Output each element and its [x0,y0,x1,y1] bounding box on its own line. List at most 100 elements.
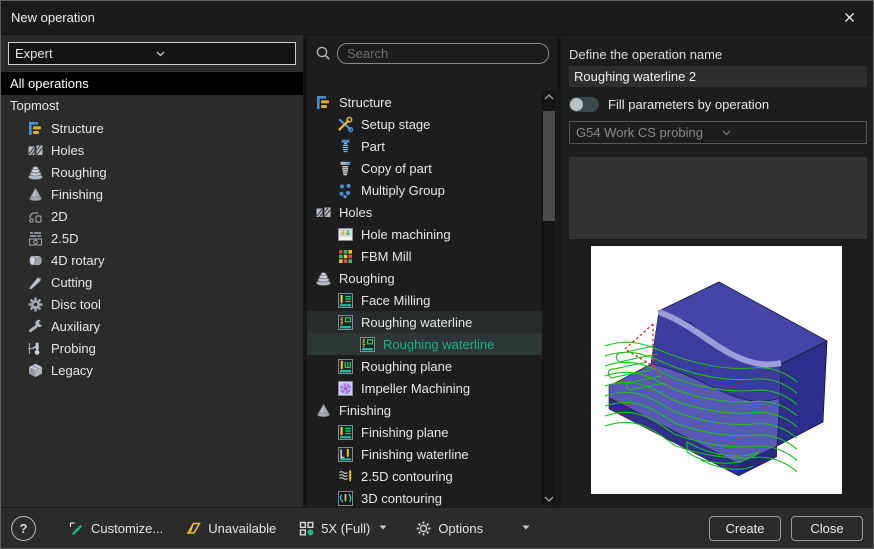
chevron-down-icon [718,124,860,141]
caret-down-icon [519,520,536,537]
fill-parameters-row: Fill parameters by operation [569,97,867,112]
roughing-icon [27,164,44,181]
category-item-2d[interactable]: 2D [1,205,303,227]
operation-item-finishing-plane[interactable]: Finishing plane [307,421,542,443]
footer-actions: Create Close [709,516,863,541]
scroll-thumb[interactable] [543,111,555,221]
category-item-2-5d[interactable]: 2.5D [1,227,303,249]
operation-item-label: Setup stage [361,117,430,132]
operation-name-input[interactable] [569,66,867,87]
operation-item-hole-machining[interactable]: Hole machining [307,223,542,245]
operation-template-dropdown[interactable]: G54 Work CS probing [569,121,867,144]
footer-bar: ? Customize... Unavailable 5X (Full) [1,507,873,548]
category-item-probing[interactable]: Probing [1,337,303,359]
operation-template-value: G54 Work CS probing [576,125,718,140]
contouring-25d-icon [337,468,354,485]
operation-item-roughing[interactable]: Roughing [307,267,542,289]
legacy-icon [27,362,44,379]
create-button[interactable]: Create [709,516,781,541]
operation-item-impeller-machining[interactable]: Impeller Machining [307,377,542,399]
category-item-finishing[interactable]: Finishing [1,183,303,205]
operation-item-roughing-plane[interactable]: Roughing plane [307,355,542,377]
probing-icon [27,340,44,357]
topmost-item[interactable]: Topmost [1,95,303,117]
more-options-dropdown[interactable] [519,520,536,537]
category-item-holes[interactable]: Holes [1,139,303,161]
details-panel: Define the operation name Fill parameter… [561,35,873,507]
operation-item-label: Hole machining [361,227,451,242]
mode-dropdown-value: Expert [15,46,152,61]
chevron-down-icon [152,45,289,62]
operation-item-setup-stage[interactable]: Setup stage [307,113,542,135]
operation-item-label: Multiply Group [361,183,445,198]
category-item-structure[interactable]: Structure [1,117,303,139]
category-item-label: Disc tool [51,297,101,312]
operation-item-label: 3D contouring [361,491,442,506]
unavailable-button[interactable]: Unavailable [185,520,276,537]
unavailable-icon [185,520,202,537]
operation-item-finishing-waterline[interactable]: Finishing waterline [307,443,542,465]
dialog-content: Expert All operations Topmost Structure H… [1,35,873,507]
options-button[interactable]: Options [415,520,483,537]
operation-item-label: Roughing waterline [383,337,494,352]
operation-item-label: Holes [339,205,372,220]
cutting-icon [27,274,44,291]
category-item-disc-tool[interactable]: Disc tool [1,293,303,315]
caret-down-icon [376,520,393,537]
category-item-roughing[interactable]: Roughing [1,161,303,183]
close-button[interactable]: Close [791,516,863,541]
roughing-icon [315,270,332,287]
op-25d-icon [27,230,44,247]
operation-item-roughing-waterline[interactable]: Roughing waterline [307,311,542,333]
help-button[interactable]: ? [11,516,36,541]
scroll-track[interactable] [542,103,556,493]
operation-item-part[interactable]: Part [307,135,542,157]
op-2d-icon [27,208,44,225]
roughing-waterline-icon [359,336,376,353]
operation-item-multiply-group[interactable]: Multiply Group [307,179,542,201]
title-bar: New operation [1,1,873,35]
operation-item-3d-contouring[interactable]: 3D contouring [307,487,542,507]
gear-icon [415,520,432,537]
operation-item-fbm-mill[interactable]: FBM Mill [307,245,542,267]
machine-mode-dropdown[interactable]: 5X (Full) [298,520,393,537]
fill-parameters-toggle[interactable] [569,97,599,112]
multiply-group-icon [337,182,354,199]
category-item-legacy[interactable]: Legacy [1,359,303,381]
operation-item-label: Roughing plane [361,359,452,374]
category-item-4d-rotary[interactable]: 4D rotary [1,249,303,271]
operation-item-finishing[interactable]: Finishing [307,399,542,421]
category-item-label: 4D rotary [51,253,104,268]
operations-panel: Structure Setup stage PartCopy of part Mult… [307,35,557,507]
customize-button[interactable]: Customize... [68,520,163,537]
scrollbar[interactable] [542,91,556,505]
scroll-up-icon[interactable] [542,91,556,103]
auxiliary-icon [27,318,44,335]
operation-item-label: Finishing waterline [361,447,469,462]
operation-item-face-milling[interactable]: Face Milling [307,289,542,311]
part-icon [337,138,354,155]
all-operations-header[interactable]: All operations [1,72,303,95]
structure-icon [315,94,332,111]
operation-item-2-5d-contouring[interactable]: 2.5D contouring [307,465,542,487]
close-icon[interactable] [835,4,863,32]
customize-label: Customize... [91,521,163,536]
operation-item-copy-of-part[interactable]: Copy of part [307,157,542,179]
category-item-auxiliary[interactable]: Auxiliary [1,315,303,337]
category-item-label: Structure [51,121,104,136]
search-input[interactable] [337,43,549,64]
category-item-cutting[interactable]: Cutting [1,271,303,293]
operation-item-label: Face Milling [361,293,430,308]
operation-item-structure[interactable]: Structure [307,91,542,113]
finishing-plane-icon [337,424,354,441]
operation-item-holes[interactable]: Holes [307,201,542,223]
category-item-label: Legacy [51,363,93,378]
category-item-label: Holes [51,143,84,158]
mode-dropdown[interactable]: Expert [8,42,296,65]
operation-item-label: Roughing waterline [361,315,472,330]
category-tree: Structure Holes RoughingFinishing2D2.5D 4D … [1,117,303,381]
operation-item-roughing-waterline-selected[interactable]: Roughing waterline [307,333,542,355]
scroll-down-icon[interactable] [542,493,556,505]
search-icon [315,45,332,62]
options-label: Options [438,521,483,536]
